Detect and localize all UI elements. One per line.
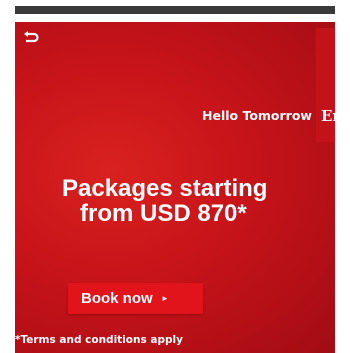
brand-name: Emi — [321, 107, 335, 125]
ad-banner[interactable]: ❁ Emi Hello Tomorrow Packages starting f… — [15, 22, 335, 353]
terms-disclaimer: *Terms and conditions apply — [15, 334, 183, 346]
book-now-label: Book now — [81, 290, 153, 307]
top-bar — [15, 6, 335, 14]
headline-line-2: from USD 870* — [80, 200, 247, 227]
replay-icon[interactable] — [21, 28, 41, 48]
page: ❁ Emi Hello Tomorrow Packages starting f… — [0, 0, 350, 353]
play-arrow-icon: ▸ — [162, 293, 168, 304]
book-now-button[interactable]: Book now ▸ — [68, 283, 203, 314]
headline-line-1: Packages starting — [62, 175, 268, 202]
tagline: Hello Tomorrow — [202, 108, 312, 123]
